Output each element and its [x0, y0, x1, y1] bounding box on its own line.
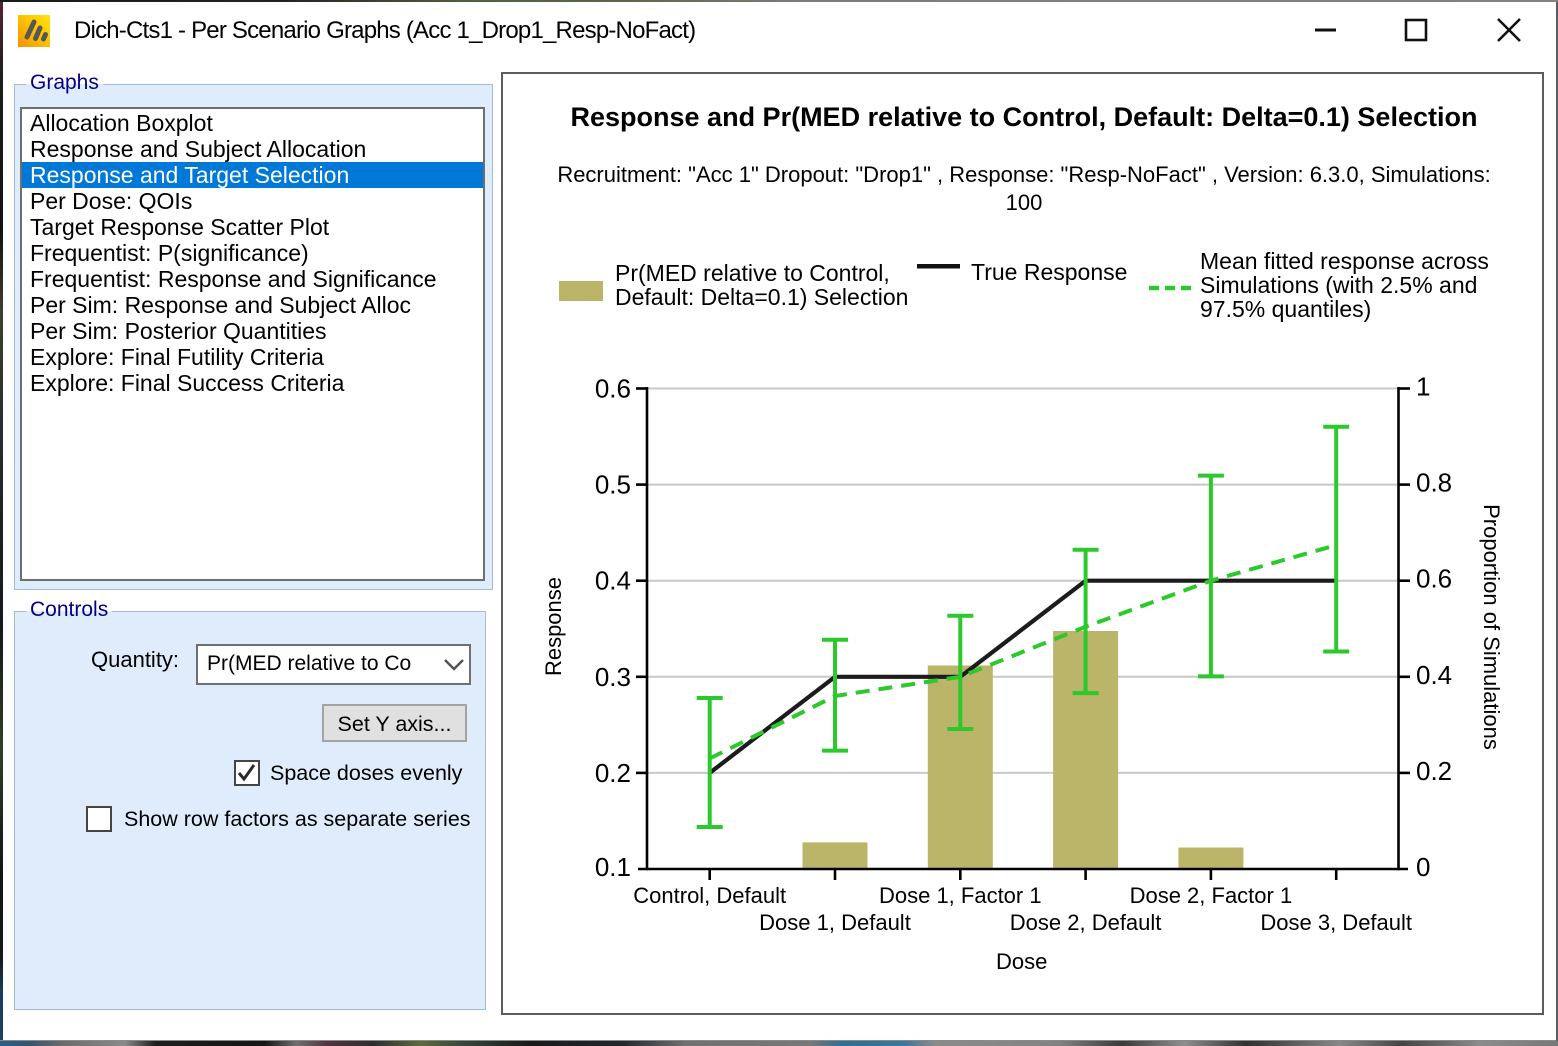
svg-text:97.5% quantiles): 97.5% quantiles) — [1200, 296, 1371, 322]
svg-text:Pr(MED relative to Control,: Pr(MED relative to Control, — [615, 260, 890, 286]
svg-text:0: 0 — [1416, 852, 1430, 882]
svg-text:Proportion of Simulations: Proportion of Simulations — [1479, 504, 1504, 750]
svg-text:100: 100 — [1006, 190, 1043, 215]
svg-text:0.6: 0.6 — [595, 374, 631, 404]
svg-text:Response and Pr(MED relative t: Response and Pr(MED relative to Control,… — [571, 102, 1478, 132]
svg-text:0.1: 0.1 — [595, 852, 631, 882]
svg-text:Dose 3, Default: Dose 3, Default — [1260, 910, 1412, 935]
svg-text:Simulations (with 2.5% and: Simulations (with 2.5% and — [1200, 272, 1477, 298]
svg-text:0.3: 0.3 — [595, 662, 631, 692]
svg-text:Recruitment: "Acc 1" Dropout:: Recruitment: "Acc 1" Dropout: "Drop1" , … — [557, 162, 1490, 187]
svg-text:0.4: 0.4 — [595, 566, 631, 596]
svg-text:0.6: 0.6 — [1416, 564, 1452, 594]
svg-text:0.2: 0.2 — [1416, 756, 1452, 786]
svg-text:Dose: Dose — [996, 949, 1047, 974]
svg-text:0.4: 0.4 — [1416, 660, 1452, 690]
svg-text:Response: Response — [541, 577, 566, 676]
svg-text:Dose 2, Default: Dose 2, Default — [1010, 910, 1162, 935]
svg-text:0.2: 0.2 — [595, 758, 631, 788]
svg-text:0.5: 0.5 — [595, 470, 631, 500]
svg-text:Control, Default: Control, Default — [633, 883, 786, 908]
svg-text:Dose 1, Default: Dose 1, Default — [759, 910, 911, 935]
svg-text:Mean fitted response across: Mean fitted response across — [1200, 248, 1489, 274]
svg-text:Dose 1, Factor 1: Dose 1, Factor 1 — [879, 883, 1042, 908]
svg-text:0.8: 0.8 — [1416, 468, 1452, 498]
svg-text:Default: Delta=0.1) Selection: Default: Delta=0.1) Selection — [615, 284, 908, 310]
svg-text:1: 1 — [1416, 372, 1430, 402]
svg-text:Dose 2, Factor 1: Dose 2, Factor 1 — [1130, 883, 1293, 908]
svg-text:True Response: True Response — [971, 259, 1127, 285]
